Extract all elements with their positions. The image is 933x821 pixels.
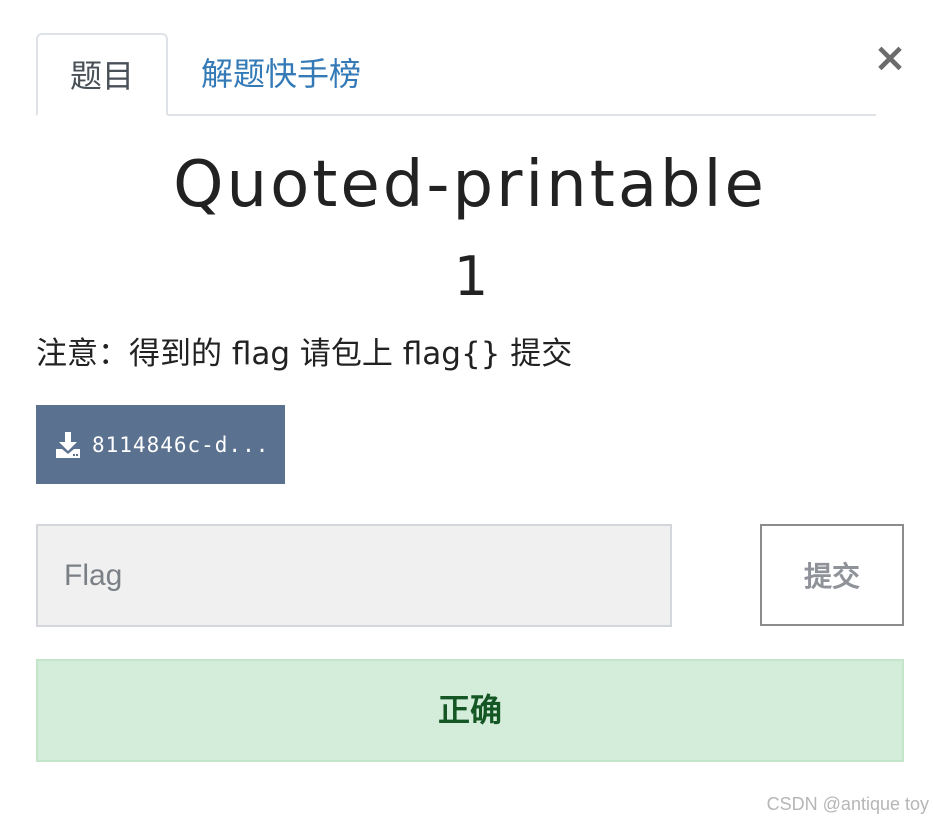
flag-format-notice: 注意：得到的 flag 请包上 flag{} 提交	[36, 336, 573, 372]
close-button[interactable]: ×	[870, 36, 910, 80]
download-attachment-button[interactable]: 8114846c-d...	[36, 405, 285, 484]
tab-leaderboard[interactable]: 解题快手榜	[201, 33, 361, 116]
challenge-title: Quoted-printable	[173, 148, 767, 222]
download-icon	[54, 430, 82, 460]
submit-button[interactable]: 提交	[760, 524, 904, 626]
download-filename: 8114846c-d...	[92, 432, 270, 457]
tab-bar: 题目 解题快手榜	[36, 33, 876, 116]
tab-challenge[interactable]: 题目	[36, 33, 168, 116]
challenge-modal: 题目 解题快手榜 × Quoted-printable 1 注意：得到的 fla…	[0, 0, 933, 821]
challenge-points: 1	[453, 245, 489, 308]
result-success-banner: 正确	[36, 659, 904, 762]
flag-input[interactable]	[36, 524, 672, 627]
watermark-text: CSDN @antique toy	[766, 794, 929, 814]
